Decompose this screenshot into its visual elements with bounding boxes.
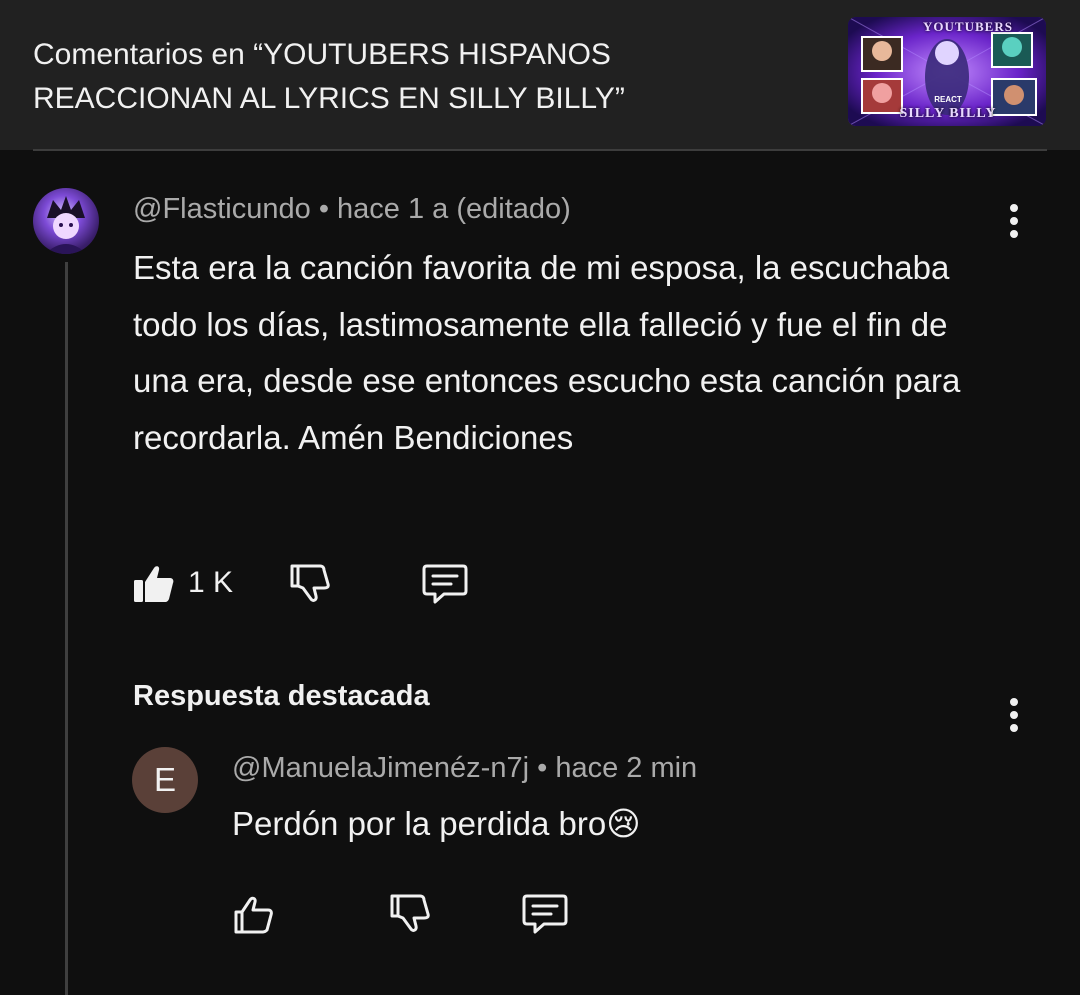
video-title-line-2: REACCIONAN AL LYRICS EN SILLY BILLY” (33, 82, 625, 115)
dislike-button[interactable] (286, 560, 334, 608)
avatar[interactable] (33, 188, 99, 254)
reply-meta: @ManuelaJimenéz-n7j • hace 2 min (232, 752, 697, 785)
avatar-art (45, 196, 87, 254)
comment-author[interactable]: @Flasticundo (133, 193, 311, 225)
reply-reply-button[interactable] (520, 890, 570, 938)
reply-button[interactable] (420, 560, 470, 608)
video-title: Comentarios en “YOUTUBERS HISPANOS REACC… (33, 33, 733, 121)
more-vert-icon (1010, 698, 1018, 732)
thumbs-down-icon (390, 894, 430, 932)
more-vert-icon (1010, 204, 1018, 238)
thumbs-up-icon (234, 896, 273, 934)
reply-like-button[interactable] (230, 890, 278, 938)
meta-separator: • (318, 193, 329, 225)
reply-avatar[interactable]: E (132, 747, 198, 813)
reply-time: hace 2 min (555, 752, 698, 784)
reply-text-content: Perdón por la perdida bro (232, 805, 607, 842)
thread-line (65, 262, 68, 995)
comment-text: Esta era la canción favorita de mi espos… (133, 249, 961, 456)
thumbnail-bottom-text: SILLY BILLY (899, 106, 997, 121)
comment-icon (522, 894, 568, 934)
like-button[interactable] (130, 560, 178, 608)
header-divider (33, 149, 1047, 151)
crying-face-emoji: 😢 (606, 805, 641, 842)
comments-header: Comentarios en “YOUTUBERS HISPANOS REACC… (0, 0, 1080, 150)
comment-time: hace 1 a (editado) (337, 193, 571, 225)
thumbnail-top-text: YOUTUBERS (923, 19, 1013, 34)
video-thumbnail[interactable]: YOUTUBERS REACT SILLY BILLY (848, 17, 1046, 126)
reply-text: Perdón por la perdida bro😢 (232, 804, 641, 843)
thumbs-down-icon (290, 564, 330, 602)
thumbs-up-filled-icon (134, 566, 174, 602)
reply-author[interactable]: @ManuelaJimenéz-n7j (232, 752, 529, 784)
reply-more-options-button[interactable] (999, 690, 1029, 740)
comment-icon (422, 564, 468, 604)
comment-meta: @Flasticundo • hace 1 a (editado) (133, 193, 571, 226)
reply-dislike-button[interactable] (386, 890, 434, 938)
meta-separator: • (537, 752, 548, 784)
comment-more-options-button[interactable] (999, 196, 1029, 246)
thumbnail-middle-text: REACT (934, 95, 962, 104)
featured-reply-label: Respuesta destacada (133, 680, 430, 712)
video-title-line-1: Comentarios en “YOUTUBERS HISPANOS (33, 38, 611, 71)
like-count: 1 K (188, 566, 234, 599)
